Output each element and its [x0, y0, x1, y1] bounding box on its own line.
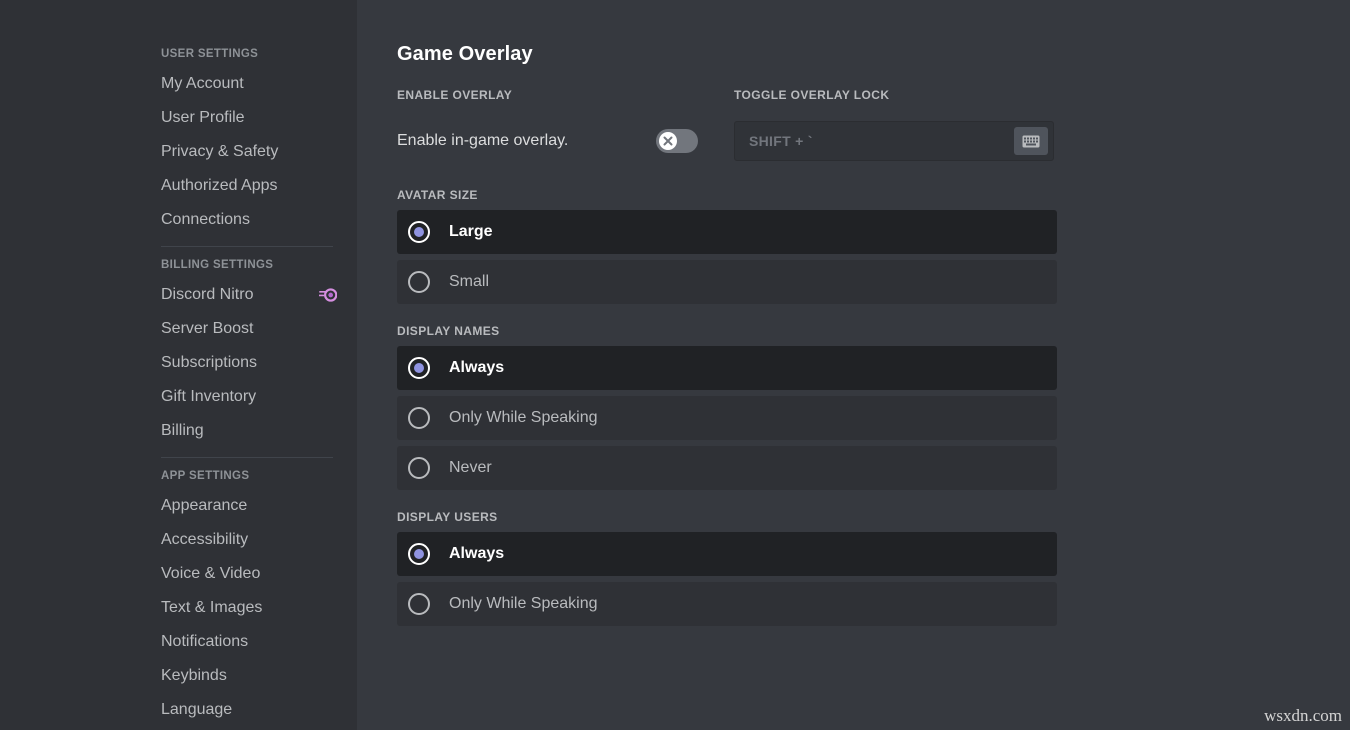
- toggle-overlay-lock-section: TOGGLE OVERLAY LOCK SHIFT + `: [734, 87, 1054, 161]
- sidebar-item-billing[interactable]: Billing: [161, 414, 345, 448]
- enable-overlay-section: ENABLE OVERLAY Enable in-game overlay.: [397, 87, 698, 161]
- toggle-off-x-icon: [663, 136, 673, 146]
- radio-unselected-icon: [408, 593, 430, 615]
- radio-option-display-names-only-while-speaking[interactable]: Only While Speaking: [397, 396, 1057, 440]
- radio-option-label: Only While Speaking: [449, 595, 598, 612]
- radio-selected-icon: [408, 357, 430, 379]
- keyboard-icon-button[interactable]: [1014, 127, 1048, 155]
- sidebar-item-label: Discord Nitro: [161, 286, 254, 303]
- sidebar-item-my-account[interactable]: My Account: [161, 67, 345, 101]
- sidebar-item-voice-video[interactable]: Voice & Video: [161, 557, 345, 591]
- radio-option-display-users-only-while-speaking[interactable]: Only While Speaking: [397, 582, 1057, 626]
- sidebar-divider: [161, 457, 333, 458]
- sidebar-item-label: Gift Inventory: [161, 388, 257, 405]
- sidebar-item-label: Language: [161, 701, 233, 718]
- keybind-value: SHIFT + `: [749, 133, 813, 149]
- sidebar-item-label: Subscriptions: [161, 354, 258, 371]
- sidebar-item-label: Notifications: [161, 633, 249, 650]
- toggle-knob: [659, 132, 677, 150]
- game-overlay-panel: Game Overlay ENABLE OVERLAY Enable in-ga…: [397, 42, 1057, 626]
- sidebar-item-server-boost[interactable]: Server Boost: [161, 312, 345, 346]
- sidebar-section-header: BILLING SETTINGS: [161, 259, 274, 271]
- radio-selected-icon: [408, 543, 430, 565]
- radio-option-label: Small: [449, 273, 490, 290]
- overlay-top-row: ENABLE OVERLAY Enable in-game overlay. T…: [397, 87, 1057, 161]
- sidebar-item-label: Accessibility: [161, 531, 249, 548]
- settings-content-region: Game Overlay ENABLE OVERLAY Enable in-ga…: [357, 0, 1350, 730]
- sidebar-item-user-profile[interactable]: User Profile: [161, 101, 345, 135]
- radio-option-label: Only While Speaking: [449, 409, 598, 426]
- sidebar-item-label: User Profile: [161, 109, 245, 126]
- sidebar-section-header: USER SETTINGS: [161, 48, 259, 60]
- radio-option-avatar-size-small[interactable]: Small: [397, 260, 1057, 304]
- radio-option-label: Large: [449, 223, 493, 240]
- enable-overlay-line: Enable in-game overlay.: [397, 121, 698, 161]
- sidebar-item-privacy-safety[interactable]: Privacy & Safety: [161, 135, 345, 169]
- sidebar-item-notifications[interactable]: Notifications: [161, 625, 345, 659]
- enable-overlay-toggle[interactable]: [656, 129, 698, 153]
- sidebar-item-language[interactable]: Language: [161, 693, 345, 727]
- sidebar-item-label: Authorized Apps: [161, 177, 278, 194]
- group-label: DISPLAY USERS: [397, 510, 498, 524]
- sidebar-scroll-area[interactable]: USER SETTINGS My Account User Profile Priva…: [0, 0, 357, 730]
- radio-selected-icon: [408, 221, 430, 243]
- option-group-avatar-size: AVATAR SIZE Large Small: [397, 187, 1057, 304]
- overlay-option-groups: AVATAR SIZE Large Small DISPLAY NAMES Always…: [397, 187, 1057, 626]
- radio-dot: [414, 549, 424, 559]
- radio-option-display-names-always[interactable]: Always: [397, 346, 1057, 390]
- keybind-input[interactable]: SHIFT + `: [734, 121, 1054, 161]
- sidebar-item-label: Text & Images: [161, 599, 263, 616]
- sidebar-divider: [161, 246, 333, 247]
- sidebar-item-appearance[interactable]: Appearance: [161, 489, 345, 523]
- option-group-display-users: DISPLAY USERS Always Only While Speaking: [397, 509, 1057, 626]
- sidebar-item-gift-inventory[interactable]: Gift Inventory: [161, 380, 345, 414]
- radio-list: Always Only While Speaking: [397, 532, 1057, 626]
- sidebar-item-label: Privacy & Safety: [161, 143, 279, 160]
- radio-option-display-names-never[interactable]: Never: [397, 446, 1057, 490]
- group-label: AVATAR SIZE: [397, 188, 478, 202]
- sidebar-item-label: Billing: [161, 422, 204, 439]
- sidebar-item-subscriptions[interactable]: Subscriptions: [161, 346, 345, 380]
- sidebar-item-keybinds[interactable]: Keybinds: [161, 659, 345, 693]
- page-title: Game Overlay: [397, 43, 533, 65]
- sidebar-item-text-images[interactable]: Text & Images: [161, 591, 345, 625]
- keyboard-icon: [1022, 135, 1040, 147]
- sidebar-item-authorized-apps[interactable]: Authorized Apps: [161, 169, 345, 203]
- settings-sidebar: USER SETTINGS My Account User Profile Priva…: [0, 0, 357, 730]
- radio-option-display-users-always[interactable]: Always: [397, 532, 1057, 576]
- sidebar-item-label: Appearance: [161, 497, 248, 514]
- enable-overlay-description: Enable in-game overlay.: [397, 132, 569, 149]
- sidebar-item-connections[interactable]: Connections: [161, 203, 345, 237]
- sidebar-item-discord-nitro[interactable]: Discord Nitro: [161, 278, 345, 312]
- radio-option-label: Always: [449, 545, 505, 562]
- discord-user-settings-window: USER SETTINGS My Account User Profile Priva…: [0, 0, 1350, 730]
- toggle-overlay-lock-label: TOGGLE OVERLAY LOCK: [734, 88, 890, 102]
- sidebar-section-header: APP SETTINGS: [161, 470, 250, 482]
- radio-list: Large Small: [397, 210, 1057, 304]
- sidebar-item-accessibility[interactable]: Accessibility: [161, 523, 345, 557]
- sidebar-item-label: My Account: [161, 75, 244, 92]
- radio-option-label: Always: [449, 359, 505, 376]
- radio-list: Always Only While Speaking Never: [397, 346, 1057, 490]
- nitro-boost-icon: [319, 288, 337, 302]
- sidebar-item-label: Keybinds: [161, 667, 227, 684]
- radio-dot: [414, 363, 424, 373]
- radio-unselected-icon: [408, 457, 430, 479]
- radio-unselected-icon: [408, 407, 430, 429]
- sidebar-item-label: Connections: [161, 211, 250, 228]
- radio-unselected-icon: [408, 271, 430, 293]
- sidebar-item-label: Voice & Video: [161, 565, 261, 582]
- sidebar-item-label: Server Boost: [161, 320, 254, 337]
- source-site-tag: wsxdn.com: [1264, 706, 1342, 725]
- radio-dot: [414, 227, 424, 237]
- enable-overlay-label: ENABLE OVERLAY: [397, 88, 513, 102]
- radio-option-avatar-size-large[interactable]: Large: [397, 210, 1057, 254]
- radio-option-label: Never: [449, 459, 492, 476]
- group-label: DISPLAY NAMES: [397, 324, 500, 338]
- option-group-display-names: DISPLAY NAMES Always Only While Speaking Ne…: [397, 323, 1057, 490]
